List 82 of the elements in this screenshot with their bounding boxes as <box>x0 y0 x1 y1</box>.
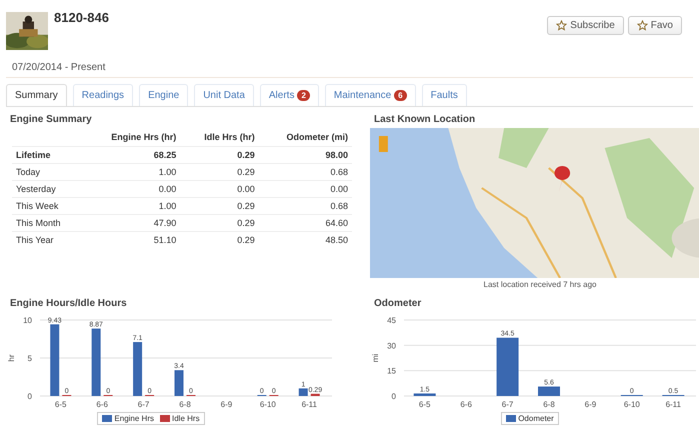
bar <box>298 388 308 396</box>
table-cell: 47.90 <box>154 218 176 228</box>
table-cell: Yesterday <box>16 184 56 194</box>
star-icon <box>556 20 568 31</box>
category-label: 6-10 <box>624 400 640 409</box>
legend-label: Engine Hrs <box>114 414 154 423</box>
tick-label: 5 <box>28 354 32 363</box>
tick-label: 10 <box>23 316 32 325</box>
table-cell: 0.29 <box>237 218 255 228</box>
table-cell: 1.00 <box>158 167 176 177</box>
section-title: Engine Summary <box>9 113 93 127</box>
category-label: 6-6 <box>460 400 472 409</box>
table-cell: 0.29 <box>237 201 255 211</box>
legend-label: Idle Hrs <box>172 414 200 423</box>
map-caption: Last location received 7 hrs ago <box>482 279 598 289</box>
chart-title: Odometer <box>373 297 422 311</box>
bar <box>92 328 101 396</box>
bar <box>174 370 184 396</box>
category-label: 6-5 <box>54 400 66 409</box>
star-icon <box>636 20 648 31</box>
count-badge: 6 <box>394 90 407 101</box>
bar <box>414 393 436 396</box>
tick-label: 15 <box>387 366 396 376</box>
tab[interactable]: Faults <box>422 84 467 106</box>
bar <box>538 386 560 396</box>
table-cell: This Week <box>16 201 58 211</box>
category-label: 6-11 <box>666 400 681 409</box>
category-label: 6-9 <box>584 400 596 409</box>
bar <box>310 394 320 396</box>
axis-label: hr <box>7 354 16 362</box>
table-cell: 0.68 <box>330 201 348 211</box>
category-label: 6-10 <box>260 400 276 409</box>
chart-title: Engine Hours/Idle Hours <box>9 297 128 311</box>
category-label: 6-7 <box>502 400 514 409</box>
table-cell: 0.00 <box>237 184 255 194</box>
unit-title: 8120-846 <box>54 10 109 25</box>
tick-label: 45 <box>387 316 396 325</box>
count-badge: 2 <box>297 90 310 101</box>
table-cell: Today <box>16 167 40 177</box>
legend-label: Odometer <box>518 414 554 423</box>
table-cell: 0.29 <box>237 167 255 177</box>
column-header: Odometer (mi) <box>286 132 348 142</box>
tab[interactable]: Summary <box>6 84 67 106</box>
category-label: 6-7 <box>138 400 150 409</box>
table-cell: 48.50 <box>325 235 348 245</box>
bar <box>133 342 142 396</box>
table-cell: 0.00 <box>158 184 176 194</box>
table-cell: 51.10 <box>154 235 176 245</box>
date-range: 07/20/2014 - Present <box>6 58 693 78</box>
bar <box>496 338 519 396</box>
table-cell: 68.25 <box>154 150 176 160</box>
column-header: Engine Hrs (hr) <box>111 132 176 142</box>
table-cell: 1.00 <box>158 201 176 211</box>
tab[interactable]: Alerts 2 <box>260 84 319 106</box>
tick-label: 0 <box>28 392 32 401</box>
category-label: 6-5 <box>418 400 430 409</box>
category-label: 6-11 <box>302 400 317 409</box>
table-cell: 0.00 <box>330 184 348 194</box>
tick-label: 0 <box>392 392 396 401</box>
category-label: 6-9 <box>220 400 232 409</box>
category-label: 6-8 <box>179 400 191 409</box>
header-button[interactable]: Favo <box>628 16 682 35</box>
table-cell: Lifetime <box>16 150 51 160</box>
table-cell: 0.68 <box>330 167 348 177</box>
table-cell: 64.60 <box>325 218 348 228</box>
bar <box>50 324 60 396</box>
table-cell: This Month <box>16 218 61 228</box>
category-label: 6-6 <box>96 400 108 409</box>
section-title: Last Known Location <box>373 113 476 127</box>
table-cell: 0.29 <box>237 150 255 160</box>
tab[interactable]: Unit Data <box>194 84 254 106</box>
table-cell: 98.00 <box>325 150 348 160</box>
tab[interactable]: Engine <box>139 84 188 106</box>
tab[interactable]: Maintenance 6 <box>324 84 416 106</box>
table-cell: 0.29 <box>237 235 255 245</box>
category-label: 6-8 <box>543 400 555 409</box>
header-button[interactable]: Subscribe <box>547 16 624 35</box>
table-cell: This Year <box>16 235 54 245</box>
tab[interactable]: Readings <box>72 84 134 106</box>
axis-label: mi <box>371 354 380 362</box>
column-header: Idle Hrs (hr) <box>204 132 255 142</box>
tick-label: 30 <box>387 341 396 350</box>
